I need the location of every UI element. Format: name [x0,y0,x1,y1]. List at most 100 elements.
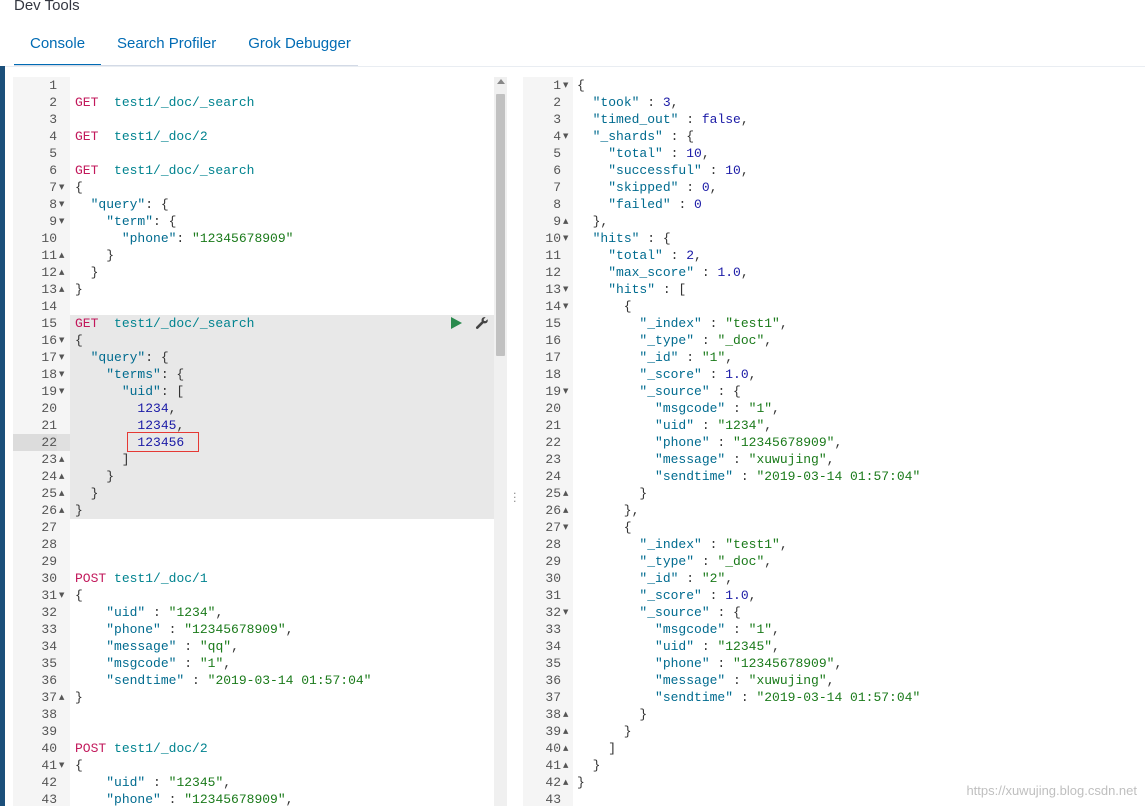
code-line[interactable]: 37 "sendtime" : "2019-03-14 01:57:04" [523,689,1145,706]
fold-arrow-up-icon[interactable]: ▲ [563,502,573,519]
fold-arrow-up-icon[interactable]: ▲ [563,485,573,502]
code-line[interactable]: 39 ▲ } [523,723,1145,740]
code-line[interactable]: 7 ▼ { [13,179,507,196]
fold-arrow-down-icon[interactable]: ▼ [563,281,573,298]
code-line[interactable]: 22 123456 [13,434,507,451]
code-line[interactable]: 15 GET test1/_doc/_search [13,315,507,332]
play-icon[interactable] [451,317,462,329]
code-line[interactable]: 22 "phone" : "12345678909", [523,434,1145,451]
code-line[interactable]: 35 "phone" : "12345678909", [523,655,1145,672]
code-line[interactable]: 34 "message" : "qq", [13,638,507,655]
code-line[interactable]: 21 12345, [13,417,507,434]
code-line[interactable]: 24 ▲ } [13,468,507,485]
code-line[interactable]: 1 ▼ { [523,77,1145,94]
fold-arrow-down-icon[interactable]: ▼ [563,298,573,315]
code-line[interactable]: 27 [13,519,507,536]
panel-resizer[interactable] [507,77,523,806]
code-line[interactable]: 32 ▼ "_source" : { [523,604,1145,621]
request-editor[interactable]: 1 2 GET test1/_doc/_search 3 4 GET test1/_doc… [13,77,507,806]
fold-arrow-down-icon[interactable]: ▼ [563,128,573,145]
fold-arrow-up-icon[interactable]: ▲ [563,774,573,791]
code-line[interactable]: 8 ▼ "query": { [13,196,507,213]
code-line[interactable]: 26 ▲} [13,502,507,519]
fold-arrow-up-icon[interactable]: ▲ [59,264,69,281]
fold-arrow-up-icon[interactable]: ▲ [59,468,69,485]
fold-arrow-down-icon[interactable]: ▼ [59,383,69,400]
fold-arrow-down-icon[interactable]: ▼ [59,196,69,213]
code-line[interactable]: 2 GET test1/_doc/_search [13,94,507,111]
code-line[interactable]: 13 ▼ "hits" : [ [523,281,1145,298]
code-line[interactable]: 16 ▼{ [13,332,507,349]
fold-arrow-down-icon[interactable]: ▼ [59,332,69,349]
code-line[interactable]: 32 "uid" : "1234", [13,604,507,621]
code-line[interactable]: 16 "_type" : "_doc", [523,332,1145,349]
code-line[interactable]: 35 "msgcode" : "1", [13,655,507,672]
code-line[interactable]: 26 ▲ }, [523,502,1145,519]
fold-arrow-down-icon[interactable]: ▼ [59,757,69,774]
code-line[interactable]: 7 "skipped" : 0, [523,179,1145,196]
code-line[interactable]: 31 ▼ { [13,587,507,604]
code-line[interactable]: 37 ▲} [13,689,507,706]
code-line[interactable]: 5 [13,145,507,162]
code-line[interactable]: 18 ▼ "terms": { [13,366,507,383]
code-line[interactable]: 25 ▲ } [523,485,1145,502]
fold-arrow-up-icon[interactable]: ▲ [563,706,573,723]
code-line[interactable]: 43 "phone" : "12345678909", [13,791,507,806]
code-line[interactable]: 8 "failed" : 0 [523,196,1145,213]
code-line[interactable]: 41 ▲ } [523,757,1145,774]
code-line[interactable]: 1 [13,77,507,94]
code-line[interactable]: 12 "max_score" : 1.0, [523,264,1145,281]
code-line[interactable]: 12 ▲ } [13,264,507,281]
code-line[interactable]: 30 "_id" : "2", [523,570,1145,587]
code-line[interactable]: 18 "_score" : 1.0, [523,366,1145,383]
code-line[interactable]: 9 ▼ "term": { [13,213,507,230]
fold-arrow-down-icon[interactable]: ▼ [563,383,573,400]
code-line[interactable]: 36 "sendtime" : "2019-03-14 01:57:04" [13,672,507,689]
code-line[interactable]: 6 "successful" : 10, [523,162,1145,179]
code-line[interactable]: 39 [13,723,507,740]
code-line[interactable]: 17 ▼ "query": { [13,349,507,366]
code-line[interactable]: 25 ▲ } [13,485,507,502]
code-line[interactable]: 34 "uid" : "12345", [523,638,1145,655]
fold-arrow-down-icon[interactable]: ▼ [563,230,573,247]
fold-arrow-down-icon[interactable]: ▼ [59,366,69,383]
editor-scrollbar[interactable] [494,77,507,806]
code-line[interactable]: 38 [13,706,507,723]
scroll-up-icon[interactable] [497,79,505,84]
code-line[interactable]: 27 ▼ { [523,519,1145,536]
code-line[interactable]: 21 "uid" : "1234", [523,417,1145,434]
fold-arrow-up-icon[interactable]: ▲ [563,213,573,230]
response-output[interactable]: 1 ▼{2 "took" : 3, 3 "timed_out" : false, 4 ▼… [523,77,1145,806]
code-line[interactable]: 15 "_index" : "test1", [523,315,1145,332]
code-line[interactable]: 10 "phone": "12345678909" [13,230,507,247]
code-line[interactable]: 40 ▲ ] [523,740,1145,757]
fold-arrow-up-icon[interactable]: ▲ [59,247,69,264]
code-line[interactable]: 20 "msgcode" : "1", [523,400,1145,417]
code-line[interactable]: 4 ▼ "_shards" : { [523,128,1145,145]
fold-arrow-down-icon[interactable]: ▼ [563,604,573,621]
code-line[interactable]: 5 "total" : 10, [523,145,1145,162]
fold-arrow-down-icon[interactable]: ▼ [59,179,69,196]
fold-arrow-up-icon[interactable]: ▲ [563,723,573,740]
tab-console[interactable]: Console [14,26,102,66]
tab-search-profiler[interactable]: Search Profiler [101,26,232,66]
code-line[interactable]: 11 "total" : 2, [523,247,1145,264]
code-line[interactable]: 10 ▼ "hits" : { [523,230,1145,247]
editor-scroll-thumb[interactable] [496,94,505,356]
tab-grok-debugger[interactable]: Grok Debugger [232,26,367,66]
code-line[interactable]: 23 "message" : "xuwujing", [523,451,1145,468]
drag-handle-icon[interactable]: · · · [513,488,517,507]
fold-arrow-up-icon[interactable]: ▲ [59,689,69,706]
fold-arrow-down-icon[interactable]: ▼ [59,349,69,366]
fold-arrow-up-icon[interactable]: ▲ [563,740,573,757]
code-line[interactable]: 3 [13,111,507,128]
code-line[interactable]: 36 "message" : "xuwujing", [523,672,1145,689]
code-line[interactable]: 31 "_score" : 1.0, [523,587,1145,604]
code-line[interactable]: 42 "uid" : "12345", [13,774,507,791]
code-line[interactable]: 29 "_type" : "_doc", [523,553,1145,570]
fold-arrow-down-icon[interactable]: ▼ [563,519,573,536]
fold-arrow-up-icon[interactable]: ▲ [59,451,69,468]
code-line[interactable]: 23 ▲ ] [13,451,507,468]
code-line[interactable]: 17 "_id" : "1", [523,349,1145,366]
fold-arrow-up-icon[interactable]: ▲ [59,485,69,502]
